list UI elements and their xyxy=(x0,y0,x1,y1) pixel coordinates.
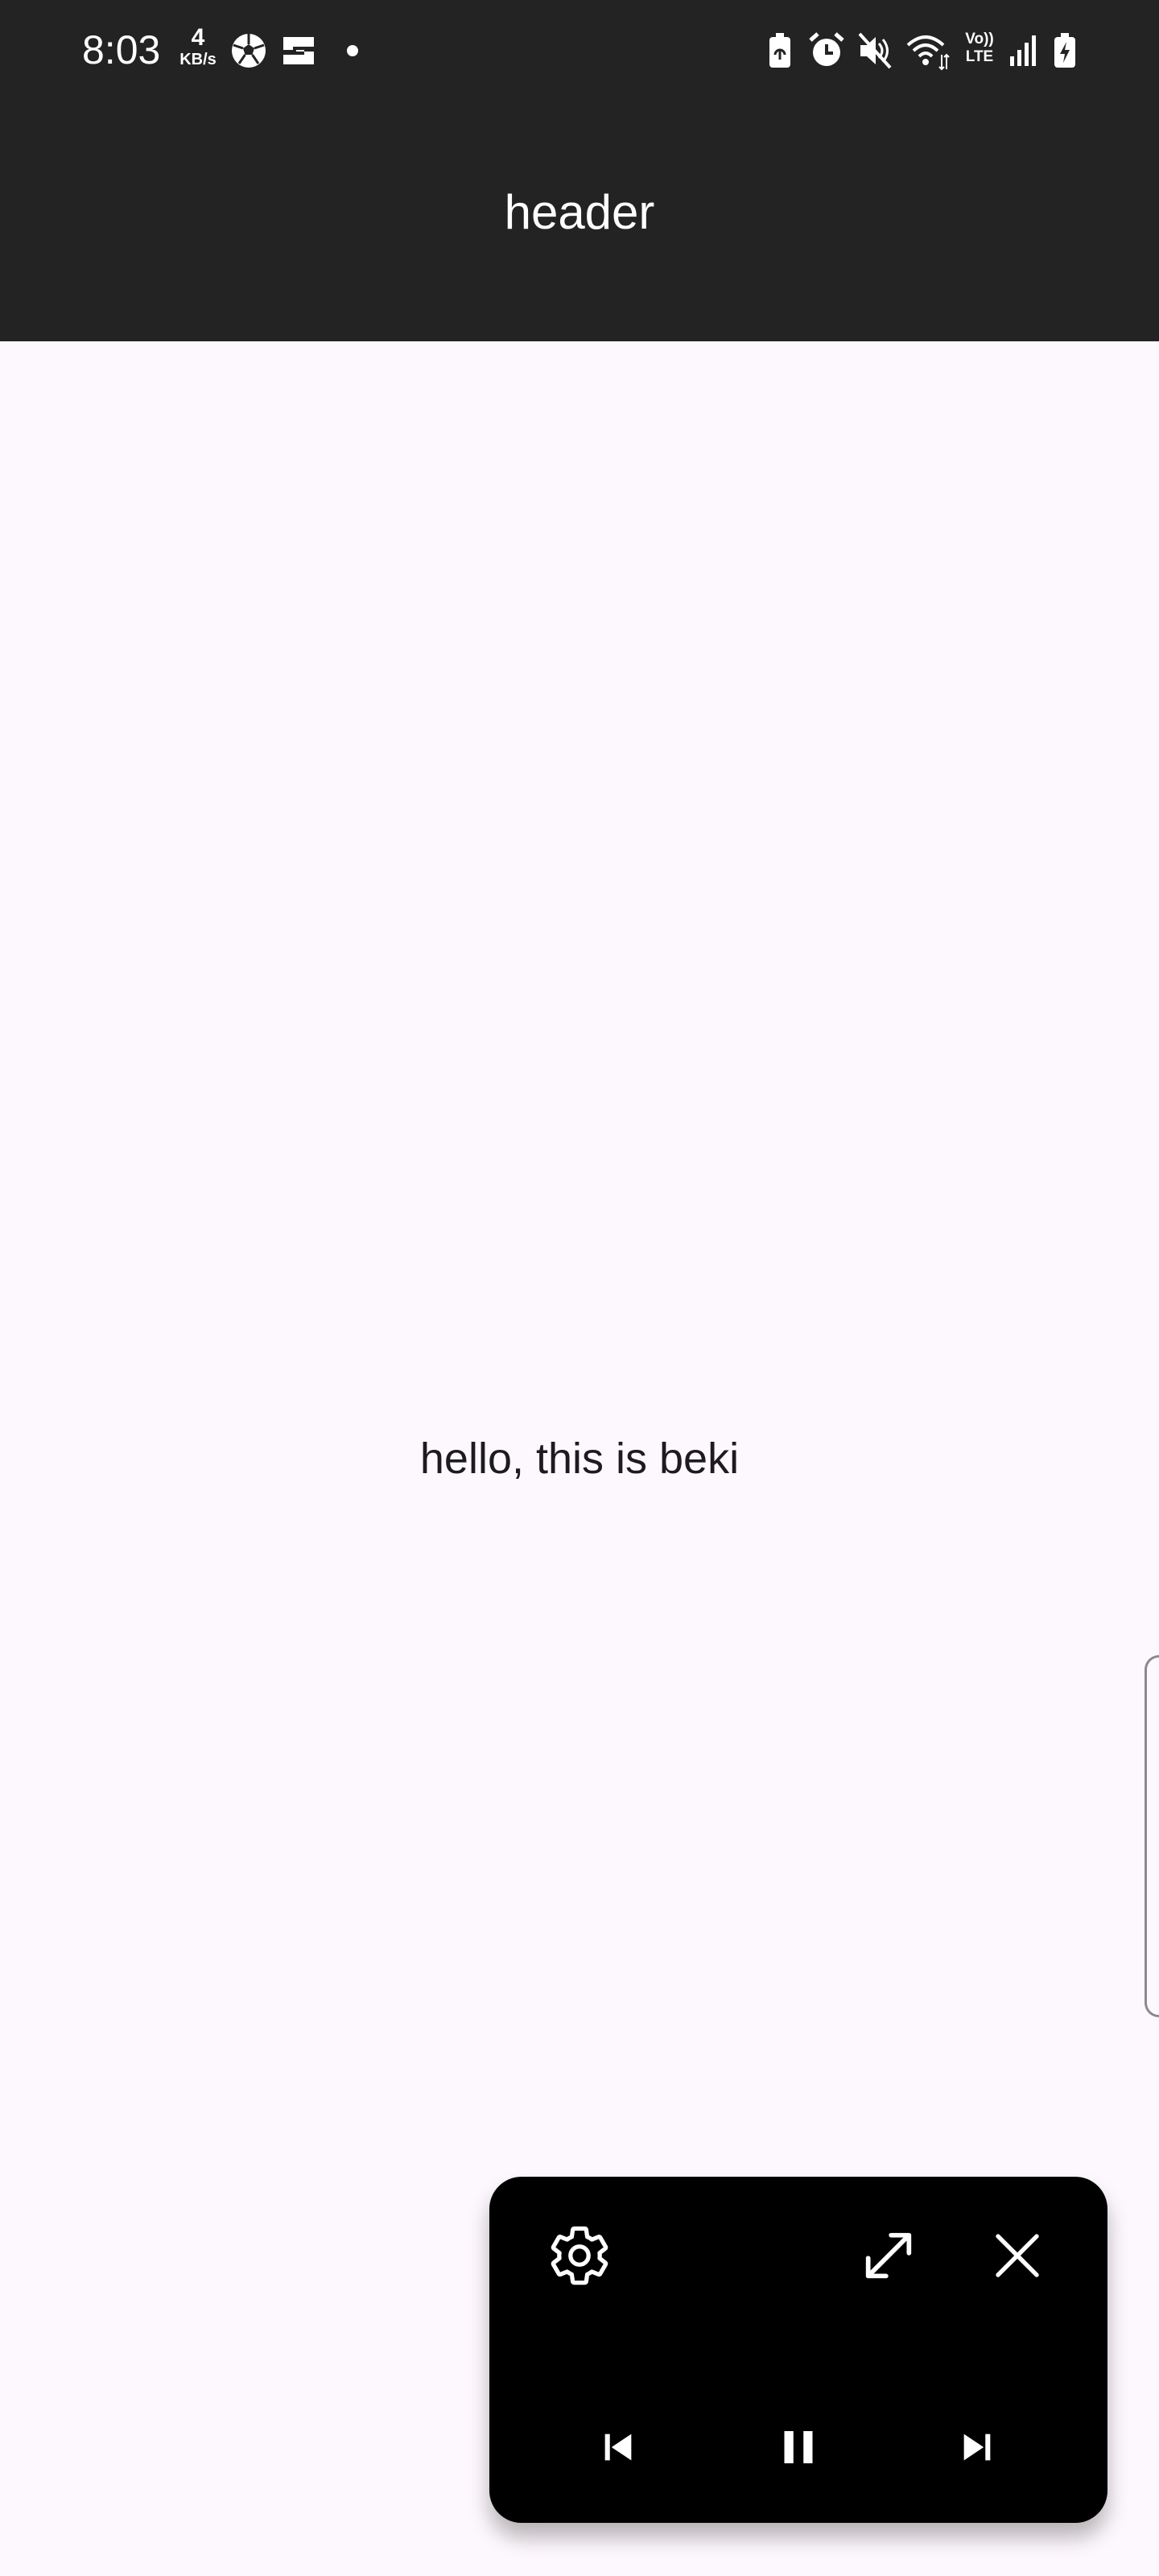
close-button[interactable] xyxy=(977,2215,1058,2296)
close-icon xyxy=(996,2234,1039,2277)
volte-icon: Vo)) LTE xyxy=(959,31,1000,71)
mini-player[interactable] xyxy=(489,2177,1107,2523)
main-text: hello, this is beki xyxy=(419,1435,740,1483)
app-s-icon xyxy=(283,37,314,64)
network-speed-value: 4 xyxy=(191,24,205,51)
pause-button[interactable] xyxy=(758,2407,839,2487)
app-header: header xyxy=(0,100,1159,341)
expand-icon xyxy=(865,2232,912,2279)
network-speed: 4 KB/s xyxy=(174,26,222,68)
battery-saver-icon xyxy=(769,33,790,68)
status-bar: 8:03 4 KB/s Vo)) LTE xyxy=(0,0,1159,100)
battery-charging-icon xyxy=(1054,33,1075,68)
status-time: 8:03 xyxy=(82,27,161,72)
settings-icon xyxy=(551,2226,608,2285)
skip-next-icon xyxy=(963,2434,991,2461)
settings-button[interactable] xyxy=(539,2215,620,2296)
expand-button[interactable] xyxy=(848,2215,929,2296)
next-button[interactable] xyxy=(937,2407,1017,2487)
edge-panel-handle[interactable] xyxy=(1145,1655,1159,2017)
pause-icon xyxy=(784,2431,813,2463)
header-title: header xyxy=(504,185,655,239)
soccer-ball-icon xyxy=(232,34,266,68)
volte-label-bottom: LTE xyxy=(965,48,994,65)
signal-icon xyxy=(1010,35,1036,66)
previous-button[interactable] xyxy=(578,2407,658,2487)
notification-dot-icon xyxy=(347,45,358,56)
wifi-icon xyxy=(906,35,950,71)
mute-icon xyxy=(858,32,892,69)
skip-previous-icon xyxy=(604,2434,632,2461)
network-speed-unit: KB/s xyxy=(179,51,217,68)
alarm-icon xyxy=(809,32,844,66)
volte-label-top: Vo)) xyxy=(965,31,994,47)
